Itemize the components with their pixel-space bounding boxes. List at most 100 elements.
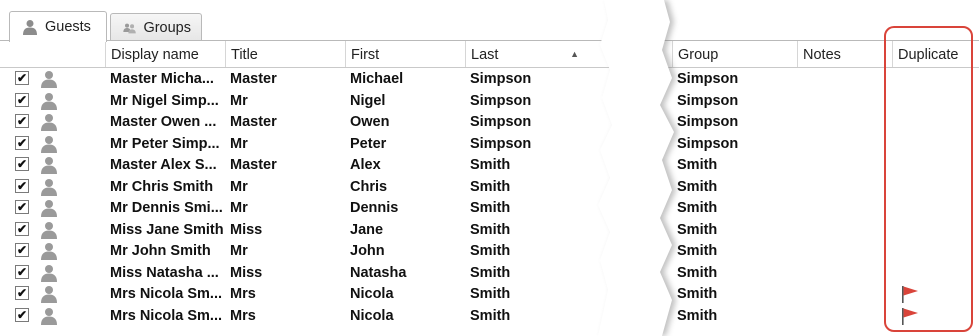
cell-display-name: Mr John Smith bbox=[110, 243, 211, 259]
table-row[interactable]: ✔ Master Alex S... Master Alex Smith Smith bbox=[0, 154, 979, 176]
person-icon bbox=[23, 20, 37, 35]
cell-display-name: Master Owen ... bbox=[110, 114, 217, 130]
cell-first: Owen bbox=[350, 114, 390, 130]
cell-first: Peter bbox=[350, 135, 387, 152]
table-row[interactable]: ✔ Mr Chris Smith Mr Chris Smith Smith bbox=[0, 176, 979, 198]
cell-first: Nicola bbox=[350, 307, 394, 324]
cell-group: Simpson bbox=[677, 114, 739, 130]
cell-first: Jane bbox=[350, 221, 384, 238]
cell-last: Smith bbox=[470, 243, 511, 259]
cell-title: Master bbox=[230, 157, 277, 173]
cell-group: Smith bbox=[677, 178, 718, 195]
cell-notes bbox=[797, 154, 892, 176]
row-checkbox[interactable]: ✔ bbox=[15, 71, 29, 85]
row-checkbox[interactable]: ✔ bbox=[15, 307, 29, 322]
cell-title: Miss bbox=[230, 221, 263, 238]
table-row[interactable]: ✔ Master Micha... Master Michael Simpson Simp… bbox=[0, 68, 979, 90]
cell-group: Smith bbox=[677, 307, 718, 324]
table-row[interactable]: ✔ Mr Peter Simp... Mr Peter Simpson Simpson bbox=[0, 133, 979, 155]
row-checkbox[interactable]: ✔ bbox=[15, 114, 29, 128]
cell-group: Smith bbox=[677, 221, 718, 238]
cell-display-name: Mr Nigel Simp... bbox=[110, 92, 219, 109]
cell-group: Simpson bbox=[677, 135, 739, 152]
column-label: Last bbox=[471, 47, 499, 63]
table-row[interactable]: ✔ Mrs Nicola Sm... Mrs Nicola Smith Smith bbox=[0, 305, 979, 327]
column-header-first[interactable]: First bbox=[345, 41, 465, 67]
table-header: Display name Title First Last ▲ Group Not… bbox=[0, 41, 979, 68]
table-row[interactable]: ✔ Mr Dennis Smi... Mr Dennis Smith Smith bbox=[0, 197, 979, 219]
cell-last: Smith bbox=[470, 286, 511, 302]
person-icon bbox=[41, 178, 57, 196]
table-row[interactable]: ✔ Mr John Smith Mr John Smith Smith bbox=[0, 240, 979, 262]
column-label: First bbox=[351, 47, 380, 63]
column-label: Title bbox=[231, 47, 258, 63]
cell-group: Smith bbox=[677, 264, 718, 281]
cell-display-name: Miss Natasha ... bbox=[110, 264, 219, 281]
tab-guests-label: Guests bbox=[45, 19, 91, 35]
column-label: Group bbox=[678, 47, 719, 63]
cell-title: Mr bbox=[230, 178, 248, 195]
cell-first: John bbox=[350, 243, 385, 259]
cell-title: Master bbox=[230, 114, 277, 130]
person-icon bbox=[41, 71, 57, 88]
people-icon bbox=[123, 23, 136, 33]
person-icon bbox=[41, 286, 57, 303]
cell-display-name: Mrs Nicola Sm... bbox=[110, 286, 223, 302]
person-icon bbox=[41, 92, 57, 110]
column-header-last[interactable]: Last ▲ bbox=[465, 41, 585, 67]
cell-notes bbox=[797, 176, 892, 198]
cell-notes bbox=[797, 240, 892, 262]
cell-display-name: Mr Chris Smith bbox=[110, 178, 214, 195]
cell-last: Simpson bbox=[470, 92, 532, 109]
tab-groups[interactable]: Groups bbox=[110, 13, 202, 41]
tab-groups-label: Groups bbox=[143, 19, 191, 36]
column-label: Notes bbox=[803, 47, 841, 63]
cell-notes bbox=[797, 219, 892, 241]
cell-display-name: Mr Peter Simp... bbox=[110, 135, 220, 152]
cell-first: Natasha bbox=[350, 264, 407, 281]
column-header-title[interactable]: Title bbox=[225, 41, 345, 67]
column-header-group[interactable]: Group bbox=[672, 41, 797, 67]
cell-first: Dennis bbox=[350, 200, 399, 216]
row-checkbox[interactable]: ✔ bbox=[15, 221, 29, 236]
column-header-notes[interactable]: Notes bbox=[797, 41, 892, 67]
cell-first: Nicola bbox=[350, 286, 394, 302]
torn-gap-decoration bbox=[598, 0, 678, 336]
table-row[interactable]: ✔ Mr Nigel Simp... Mr Nigel Simpson Simpson bbox=[0, 90, 979, 112]
row-checkbox[interactable]: ✔ bbox=[15, 135, 29, 150]
person-icon bbox=[41, 264, 57, 282]
cell-title: Mrs bbox=[230, 286, 256, 302]
row-checkbox[interactable]: ✔ bbox=[15, 178, 29, 193]
table-row[interactable]: ✔ Miss Natasha ... Miss Natasha Smith Smith bbox=[0, 262, 979, 284]
cell-notes bbox=[797, 283, 892, 305]
cell-last: Smith bbox=[470, 264, 511, 281]
duplicate-column-highlight bbox=[884, 26, 973, 332]
cell-title: Mrs bbox=[230, 307, 256, 324]
row-checkbox[interactable]: ✔ bbox=[15, 264, 29, 279]
row-checkbox[interactable]: ✔ bbox=[15, 286, 29, 300]
cell-last: Smith bbox=[470, 221, 511, 238]
person-icon bbox=[41, 135, 57, 153]
row-checkbox[interactable]: ✔ bbox=[15, 243, 29, 257]
person-icon bbox=[41, 307, 57, 325]
row-checkbox[interactable]: ✔ bbox=[15, 92, 29, 107]
cell-group: Smith bbox=[677, 286, 718, 302]
table-row[interactable]: ✔ Miss Jane Smith Miss Jane Smith Smith bbox=[0, 219, 979, 241]
person-icon bbox=[41, 200, 57, 217]
cell-display-name: Miss Jane Smith bbox=[110, 221, 224, 238]
row-checkbox[interactable]: ✔ bbox=[15, 157, 29, 171]
tab-guests[interactable]: Guests bbox=[9, 11, 107, 42]
row-checkbox[interactable]: ✔ bbox=[15, 200, 29, 214]
person-icon bbox=[41, 114, 57, 131]
cell-first: Alex bbox=[350, 157, 381, 173]
table-row[interactable]: ✔ Master Owen ... Master Owen Simpson Simpson bbox=[0, 111, 979, 133]
cell-display-name: Mr Dennis Smi... bbox=[110, 200, 223, 216]
cell-group: Smith bbox=[677, 243, 718, 259]
cell-last: Smith bbox=[470, 307, 511, 324]
column-header-display-name[interactable]: Display name bbox=[105, 41, 225, 67]
column-label: Display name bbox=[111, 47, 199, 63]
cell-notes bbox=[797, 111, 892, 133]
person-icon bbox=[41, 221, 57, 239]
person-icon bbox=[41, 243, 57, 260]
table-row[interactable]: ✔ Mrs Nicola Sm... Mrs Nicola Smith Smith bbox=[0, 283, 979, 305]
